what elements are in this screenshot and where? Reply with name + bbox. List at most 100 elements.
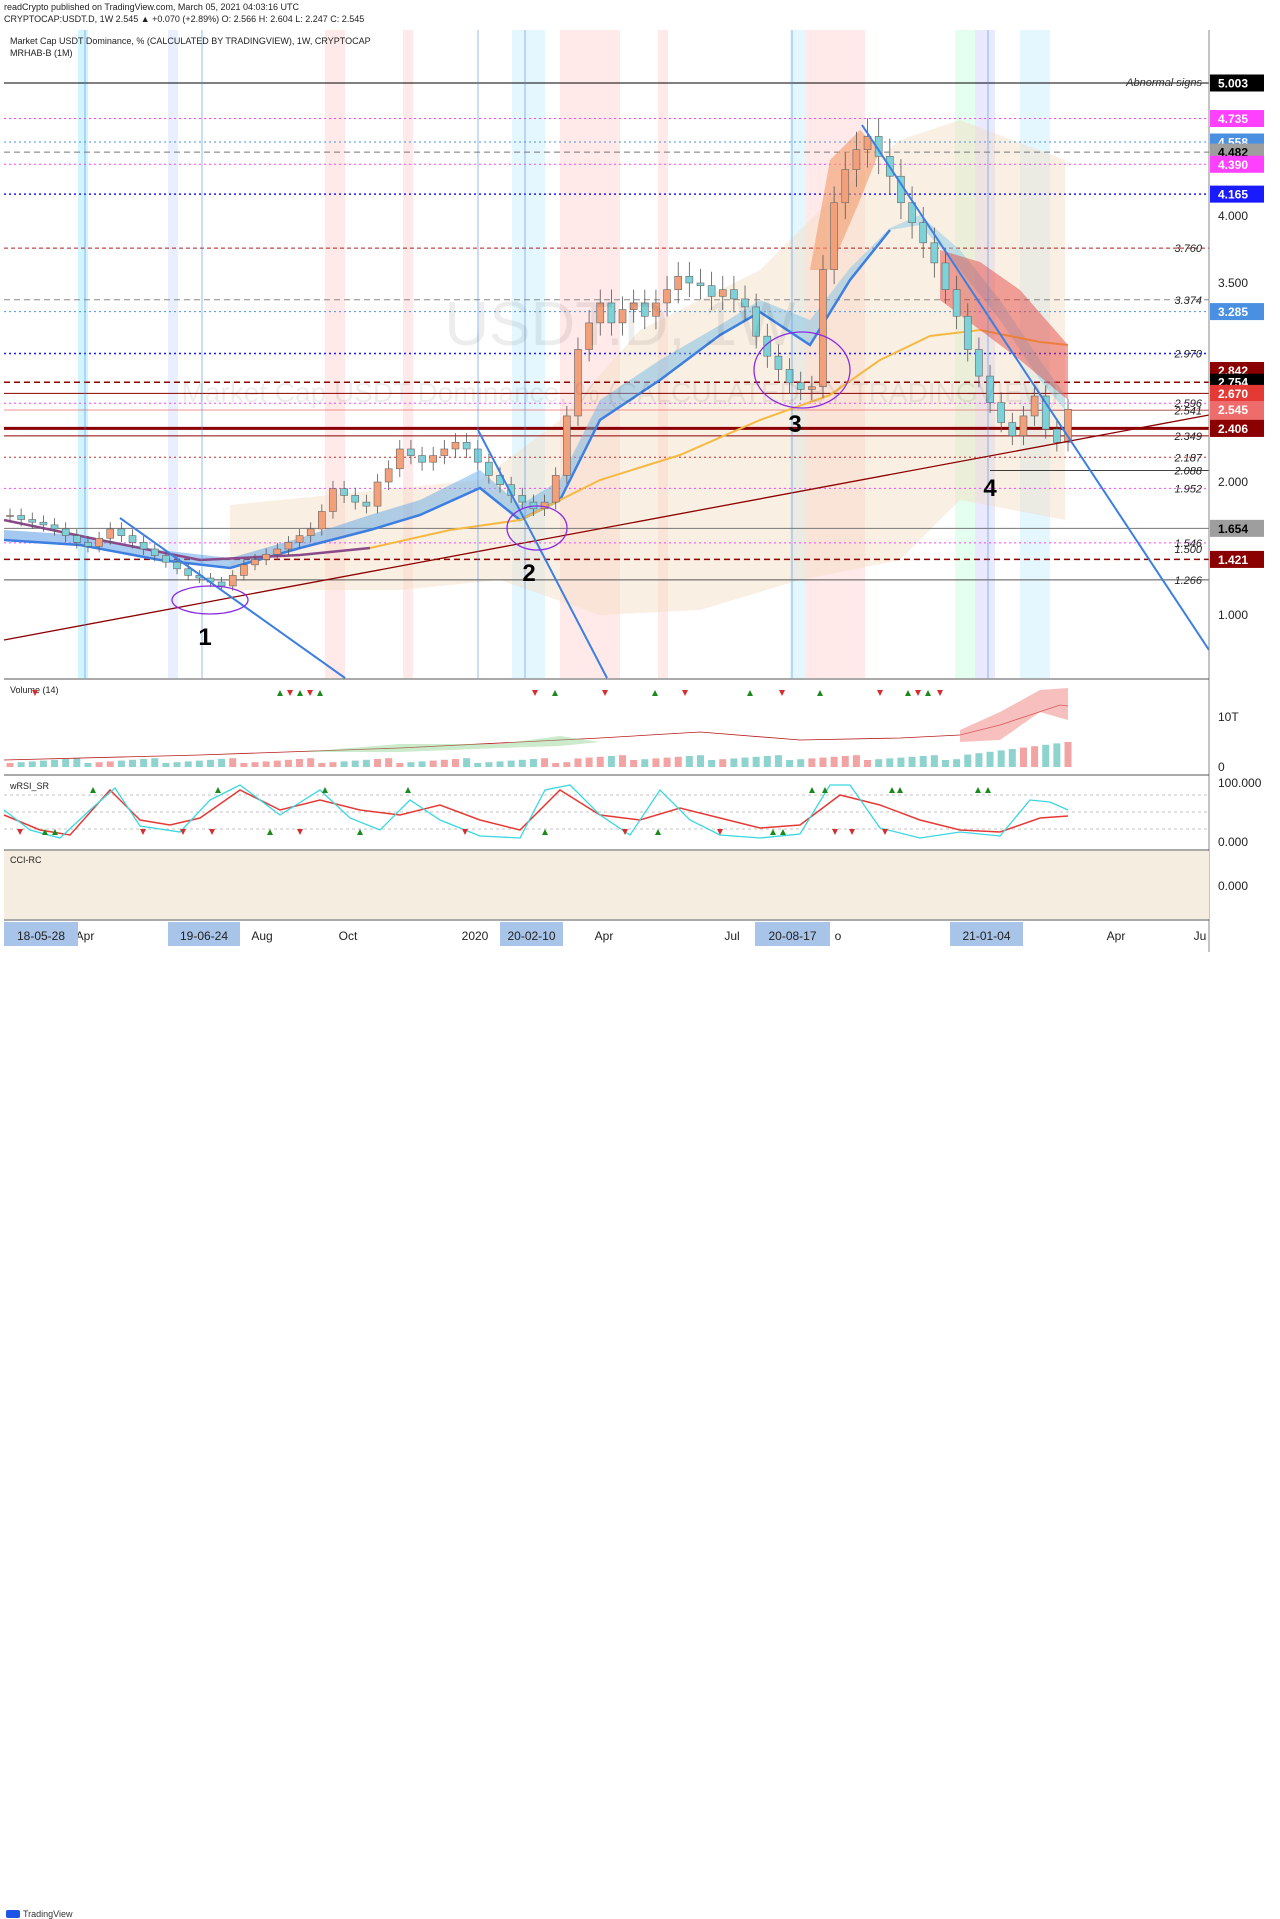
candle-body	[61, 528, 70, 536]
candle-body	[674, 275, 683, 290]
volume-bar	[975, 753, 983, 767]
candle-body	[217, 581, 226, 587]
chart-header: readCrypto published on TradingView.com,…	[0, 0, 1280, 30]
buy-signal-icon	[817, 690, 823, 696]
buy-signal-icon	[552, 690, 558, 696]
sell-signal-icon	[180, 829, 186, 835]
level-label: 1.952	[1174, 483, 1202, 495]
level-label: 2.088	[1173, 465, 1202, 477]
volume-bar	[140, 759, 148, 767]
candle-body	[451, 442, 460, 450]
wrsi-tick-0: 0.000	[1218, 835, 1248, 849]
volume-bar	[429, 760, 437, 767]
price-label-text: 4.390	[1218, 158, 1248, 172]
volume-bar	[251, 762, 259, 767]
price-chart[interactable]: 3.7603.3742.9702.5962.5412.3492.1872.088…	[0, 30, 1280, 952]
buy-signal-icon	[405, 787, 411, 793]
volume-bar	[685, 756, 693, 767]
volume-bar	[385, 758, 393, 767]
time-highlight[interactable]: 18-05-28	[4, 922, 78, 946]
volume-bar	[1008, 749, 1016, 767]
volume-bar	[819, 757, 827, 767]
volume-bar	[129, 759, 137, 767]
volume-bar	[296, 759, 304, 767]
time-highlight-label: 19-06-24	[180, 929, 228, 943]
time-highlight[interactable]: 19-06-24	[168, 922, 240, 946]
volume-bar	[574, 758, 582, 767]
cci-background	[4, 851, 1209, 919]
volume-bar	[307, 758, 315, 767]
volume-bar	[284, 759, 292, 767]
volume-bar	[117, 760, 125, 767]
volume-bar	[674, 756, 682, 767]
candle-body	[6, 515, 14, 517]
price-label-box: 5.003	[1210, 74, 1264, 92]
cci-tick-0: 0.000	[1218, 879, 1248, 893]
volume-bar	[407, 762, 415, 767]
time-tick: Ju	[1194, 929, 1207, 943]
price-label-text: 2.670	[1218, 387, 1248, 401]
volume-bar	[1019, 747, 1027, 767]
buy-signal-icon	[297, 690, 303, 696]
wrsi-main-line	[3, 784, 1069, 839]
sell-signal-icon	[849, 829, 855, 835]
buy-signal-icon	[975, 787, 981, 793]
buy-signal-icon	[897, 787, 903, 793]
annotation-label-4: 4	[983, 475, 997, 502]
price-label-text: 2.545	[1218, 403, 1248, 417]
publisher-line: readCrypto published on TradingView.com,…	[4, 2, 300, 12]
buy-signal-icon	[267, 829, 273, 835]
wrsi-pane-title: wRSI_SR	[9, 781, 50, 791]
buy-signal-icon	[889, 787, 895, 793]
buy-signal-icon	[747, 690, 753, 696]
candle-body	[952, 289, 961, 317]
time-highlight[interactable]: 21-01-04	[950, 922, 1023, 946]
volume-bar	[652, 758, 660, 767]
abnormal-signs-label: Abnormal signs	[1125, 77, 1202, 89]
chart-title: Market Cap USDT Dominance, % (CALCULATED…	[10, 36, 371, 46]
time-highlight[interactable]: 20-02-10	[500, 922, 563, 946]
volume-bar	[663, 757, 671, 767]
volume-bar	[273, 760, 281, 767]
candle-body	[262, 553, 270, 560]
candle-body	[407, 448, 415, 456]
volume-bar	[641, 759, 649, 767]
volume-ribbon	[300, 736, 600, 752]
volume-bar	[240, 763, 248, 767]
tradingview-brand: TradingView	[23, 1909, 73, 1919]
candle-body	[351, 495, 360, 503]
price-tick: 1.000	[1218, 608, 1248, 622]
time-highlight-label: 20-08-17	[768, 929, 816, 943]
volume-bar	[340, 761, 348, 767]
footer: TradingView	[0, 952, 1280, 1919]
buy-signal-icon	[317, 690, 323, 696]
volume-ma-line	[3, 704, 1069, 761]
candle-body	[975, 349, 983, 377]
volume-bar	[463, 758, 471, 767]
candle-body	[228, 575, 237, 587]
volume-ribbon	[960, 688, 1068, 742]
buy-signal-icon	[322, 787, 328, 793]
tradingview-logo[interactable]: TradingView	[6, 1909, 73, 1919]
volume-bar	[507, 760, 515, 767]
buy-signal-icon	[655, 829, 661, 835]
price-tick: 4.000	[1218, 209, 1248, 223]
candle-body	[362, 501, 371, 507]
buy-signal-icon	[780, 829, 786, 835]
candle-body	[28, 519, 37, 523]
volume-bar	[529, 759, 537, 767]
volume-bar	[719, 759, 727, 767]
time-highlight[interactable]: 20-08-17	[755, 922, 830, 946]
time-tick: Apr	[76, 929, 95, 943]
candle-body	[340, 488, 348, 496]
candle-body	[1008, 422, 1017, 437]
candle-body	[39, 521, 48, 526]
candle-body	[184, 568, 192, 576]
volume-bar	[563, 762, 571, 767]
volume-tick-10t: 10T	[1218, 710, 1239, 724]
price-label-box: 4.390	[1210, 155, 1264, 173]
volume-bar	[28, 761, 36, 767]
volume-bar	[741, 757, 749, 767]
watermark-symbol: USDT.D, 1W	[444, 290, 796, 359]
sell-signal-icon	[882, 829, 888, 835]
